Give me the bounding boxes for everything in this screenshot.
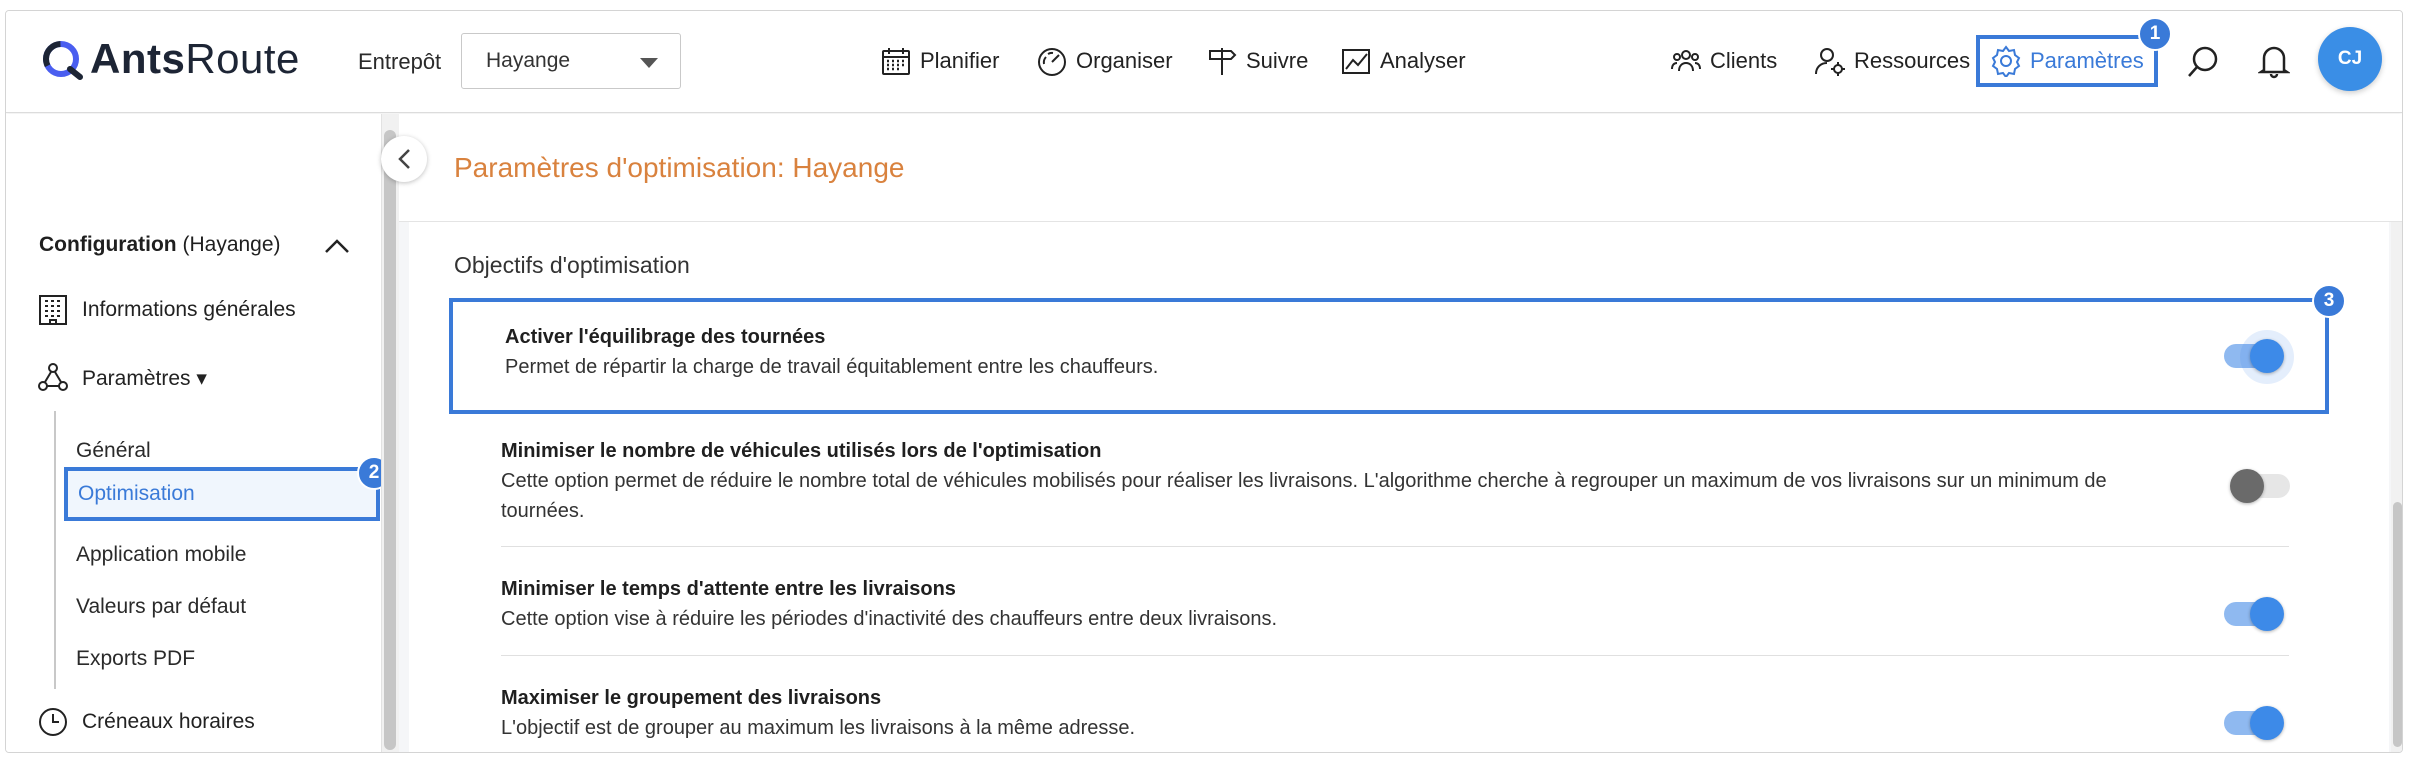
sidebar-item-creneaux-label: Créneaux horaires xyxy=(82,710,255,733)
option-title: Minimiser le nombre de véhicules utilisé… xyxy=(501,440,1102,462)
nav-planifier[interactable]: Planifier xyxy=(880,45,999,77)
page-title: Paramètres d'optimisation: Hayange xyxy=(454,152,905,183)
nav-clients[interactable]: Clients xyxy=(1670,45,1777,77)
option-minimize-wait: Minimiser le temps d'attente entre les l… xyxy=(449,548,2329,654)
option-description: L'objectif est de grouper au maximum les… xyxy=(501,717,1136,739)
caret-down-icon xyxy=(640,58,658,68)
bell-icon[interactable] xyxy=(2258,43,2290,79)
calendar-icon xyxy=(882,48,910,75)
sidebar-item-informations-label: Informations générales xyxy=(82,298,296,321)
users-icon xyxy=(1671,50,1701,72)
config-warehouse: (Hayange) xyxy=(182,233,281,256)
sidebar-item-parametres-label: Paramètres ▾ xyxy=(82,366,207,390)
option-route-balancing: Activer l'équilibrage des tournées Perme… xyxy=(449,298,2329,414)
option-title: Activer l'équilibrage des tournées xyxy=(505,326,826,348)
chart-icon xyxy=(1342,49,1370,74)
divider xyxy=(501,546,2289,547)
nav-ressources[interactable]: Ressources xyxy=(1814,45,1970,77)
option-description: Cette option permet de réduire le nombre… xyxy=(501,470,2107,522)
option-title: Minimiser le temps d'attente entre les l… xyxy=(501,578,956,600)
toggle-maximize-grouping[interactable] xyxy=(2224,706,2284,740)
signpost-icon xyxy=(1209,48,1237,75)
toggle-knob xyxy=(2250,339,2284,373)
main-scrollbar[interactable] xyxy=(2391,222,2402,752)
nodes-icon xyxy=(38,363,68,391)
option-description: Permet de répartir la charge de travail … xyxy=(505,356,1159,378)
toggle-knob xyxy=(2250,706,2284,740)
nav-analyser-label: Analyser xyxy=(1380,48,1466,73)
main-content: Paramètres d'optimisation: Hayange Objec… xyxy=(399,114,2402,752)
sidebar-subitem-general[interactable]: Général xyxy=(76,439,151,463)
option-title: Maximiser le groupement des livraisons xyxy=(501,687,882,709)
toggle-minimize-wait[interactable] xyxy=(2224,597,2284,631)
nav-organiser[interactable]: Organiser xyxy=(1036,45,1173,77)
toggle-minimize-vehicles[interactable] xyxy=(2230,469,2290,503)
warehouse-select[interactable]: Hayange xyxy=(461,33,681,89)
nav-analyser[interactable]: Analyser xyxy=(1340,45,1466,77)
toggle-knob xyxy=(2230,469,2264,503)
main-scroll-thumb[interactable] xyxy=(2393,502,2402,747)
user-gear-icon xyxy=(1815,48,1845,76)
sidebar-subitem-valeurs-defaut[interactable]: Valeurs par défaut xyxy=(76,595,246,619)
nav-suivre-label: Suivre xyxy=(1246,48,1309,73)
toggle-knob xyxy=(2250,597,2284,631)
search-icon[interactable] xyxy=(2186,45,2220,79)
building-icon xyxy=(39,295,67,325)
settings-panel: Objectifs d'optimisation Activer l'équil… xyxy=(409,222,2389,752)
sidebar-scroll-thumb[interactable] xyxy=(384,130,396,750)
antsroute-logo[interactable]: AntsRoute xyxy=(42,35,300,83)
top-navigation-bar: AntsRoute Entrepôt Hayange Planifier Org… xyxy=(6,11,2402,113)
section-title: Objectifs d'optimisation xyxy=(454,252,690,278)
sidebar-subitem-optimisation-label: Optimisation xyxy=(78,482,195,505)
nav-parametres[interactable]: Paramètres xyxy=(1976,35,2158,87)
user-avatar[interactable]: CJ xyxy=(2318,27,2382,91)
warehouse-label: Entrepôt xyxy=(358,49,442,74)
sidebar-subitem-optimisation[interactable]: Optimisation xyxy=(64,467,380,521)
page-header: Paramètres d'optimisation: Hayange xyxy=(399,114,2402,222)
toggle-route-balancing[interactable] xyxy=(2224,330,2294,384)
nav-clients-label: Clients xyxy=(1710,48,1778,73)
nav-suivre[interactable]: Suivre xyxy=(1206,45,1308,77)
logo-text: AntsRoute xyxy=(90,35,300,82)
option-description: Cette option vise à réduire les périodes… xyxy=(501,608,1278,630)
gear-icon xyxy=(1991,45,2021,77)
warehouse-select-value: Hayange xyxy=(486,49,571,72)
nav-ressources-label: Ressources xyxy=(1854,48,1971,73)
chevron-up-icon[interactable] xyxy=(324,238,350,254)
sidebar-item-informations[interactable]: Informations générales xyxy=(36,293,296,327)
nav-organiser-label: Organiser xyxy=(1076,48,1173,73)
divider xyxy=(501,655,2289,656)
sidebar-item-creneaux[interactable]: Créneaux horaires xyxy=(36,705,255,739)
config-section-header[interactable]: Configuration (Hayange) xyxy=(39,233,281,257)
collapse-sidebar-button[interactable] xyxy=(381,136,427,182)
sidebar: Configuration (Hayange) Informations gén… xyxy=(6,114,391,752)
step-badge-1: 1 xyxy=(2138,17,2172,51)
sidebar-subitem-application-mobile[interactable]: Application mobile xyxy=(76,543,246,567)
config-label: Configuration xyxy=(39,233,177,256)
option-maximize-grouping: Maximiser le groupement des livraisons L… xyxy=(449,657,2329,752)
nav-parametres-label: Paramètres xyxy=(2030,48,2144,73)
gauge-icon xyxy=(1038,48,1066,76)
sidebar-subitem-exports-pdf[interactable]: Exports PDF xyxy=(76,647,195,671)
option-minimize-vehicles: Minimiser le nombre de véhicules utilisé… xyxy=(449,422,2329,538)
nav-planifier-label: Planifier xyxy=(920,48,1000,73)
logo-mark-icon xyxy=(43,41,83,80)
sidebar-item-parametres[interactable]: Paramètres ▾ xyxy=(36,361,207,395)
clock-icon xyxy=(39,708,67,736)
app-window: AntsRoute Entrepôt Hayange Planifier Org… xyxy=(5,10,2403,753)
tree-line xyxy=(54,411,56,689)
sidebar-scrollbar[interactable] xyxy=(381,114,399,752)
chevron-left-icon xyxy=(398,149,410,169)
step-badge-3: 3 xyxy=(2312,284,2346,318)
